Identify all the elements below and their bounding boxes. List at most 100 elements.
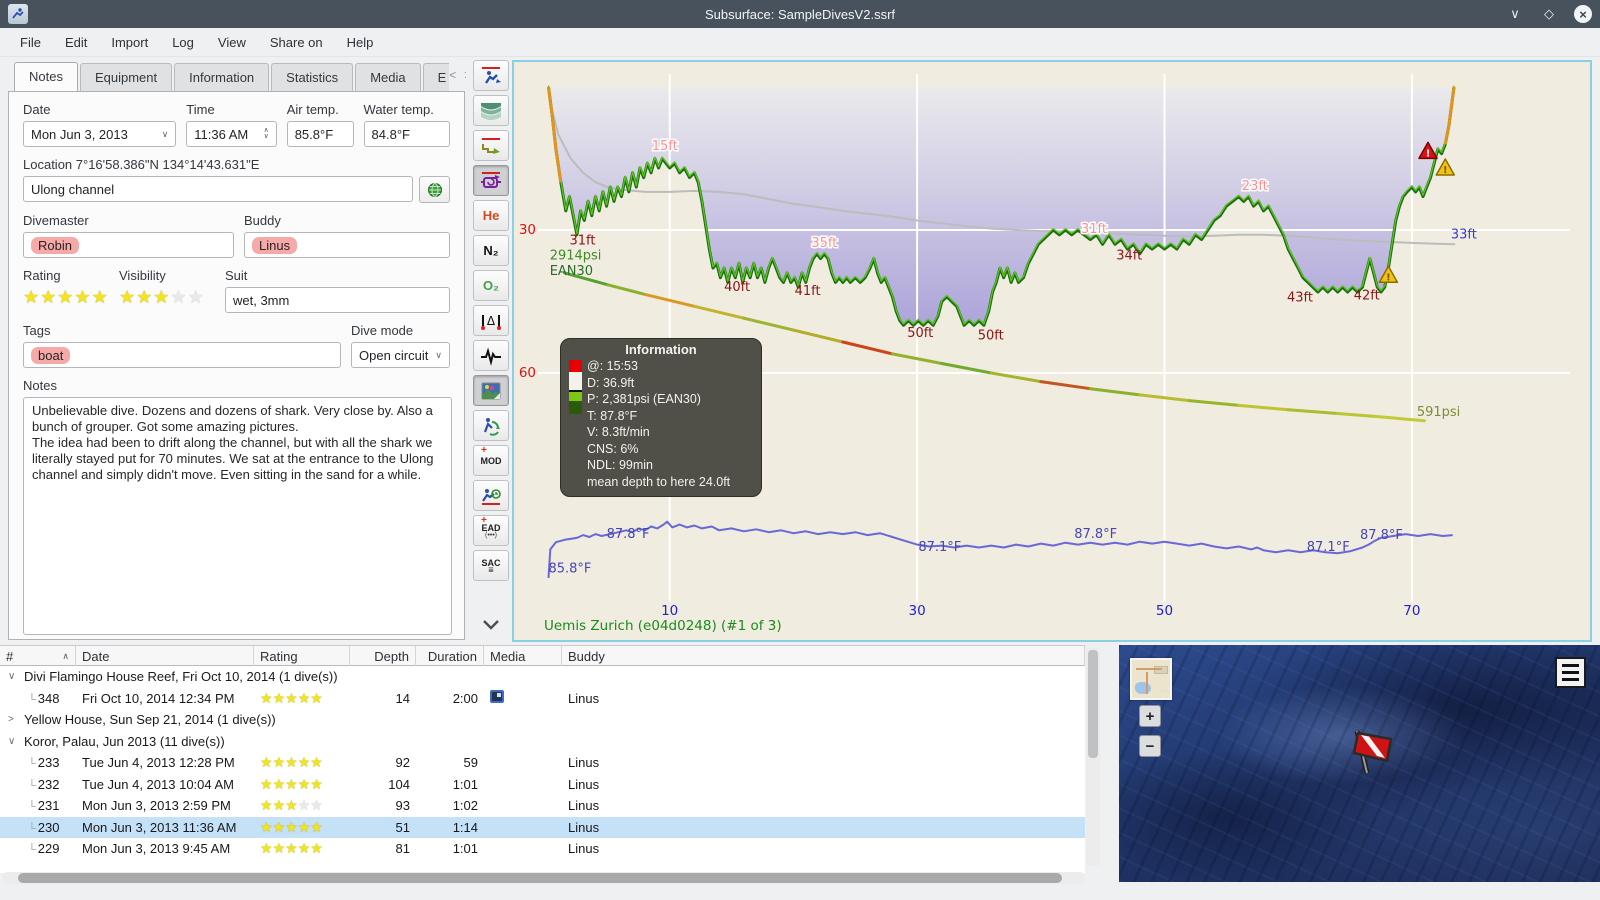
map-zoom-out-button[interactable]: − xyxy=(1139,735,1161,757)
watertemp-field[interactable]: 84.8°F xyxy=(363,121,450,147)
dive-row[interactable]: └ 348 Fri Oct 10, 2014 12:34 PM ★★★★★ 14 2:00… xyxy=(0,688,1085,710)
column-header-num[interactable]: # ∧ xyxy=(0,646,76,666)
airtemp-field[interactable]: 85.8°F xyxy=(286,121,354,147)
svg-text:50: 50 xyxy=(1156,603,1173,619)
star-icon: ★ xyxy=(272,797,286,814)
collapsed-icon[interactable]: > xyxy=(8,714,18,725)
tab-statistics[interactable]: Statistics xyxy=(271,63,354,92)
menu-item-help[interactable]: Help xyxy=(337,31,384,54)
tags-field[interactable]: boat xyxy=(23,342,341,368)
dive-flag-marker[interactable] xyxy=(1347,723,1399,780)
divemaster-chip[interactable]: Robin xyxy=(31,236,79,254)
rating-stars[interactable]: ★★★★★ xyxy=(23,287,109,308)
suit-field[interactable]: wet, 3mm xyxy=(225,287,450,313)
trip-row[interactable]: > Yellow House, Sun Sep 21, 2014 (1 dive(… xyxy=(0,709,1085,731)
divemode-combobox[interactable]: Open circuit ∨ xyxy=(351,342,450,368)
trip-row[interactable]: ∨ Koror, Palau, Jun 2013 (11 dive(s)) xyxy=(0,731,1085,753)
date-combobox[interactable]: Mon Jun 3, 2013 ∨ xyxy=(23,121,177,147)
dive-number: 231 xyxy=(37,798,60,814)
maximize-button-icon[interactable]: ◇ xyxy=(1540,5,1558,23)
globe-button[interactable] xyxy=(419,176,450,203)
dive-rating-cell: ★★★★★ xyxy=(254,819,350,836)
scr-toggle[interactable] xyxy=(473,410,509,441)
scrollbar-thumb[interactable] xyxy=(18,873,1062,883)
helium-toggle[interactable]: He xyxy=(473,200,509,231)
column-header-date[interactable]: Date xyxy=(76,646,254,666)
divemaster-field[interactable]: Robin xyxy=(23,232,234,258)
dive-row[interactable]: └ 229 Mon Jun 3, 2013 9:45 AM ★★★★★ 81 1:01 Li… xyxy=(0,838,1085,860)
mod-toggle[interactable]: MOD + xyxy=(473,445,509,476)
tab-scroll-left-icon[interactable]: < xyxy=(449,68,456,82)
minimize-button-icon[interactable]: ∨ xyxy=(1506,5,1524,23)
buddy-field[interactable]: Linus xyxy=(243,232,450,258)
menu-item-log[interactable]: Log xyxy=(162,31,204,54)
sac-toggle[interactable]: SAC ≣ xyxy=(473,550,509,581)
ead-toggle[interactable]: EAD (•••) + xyxy=(473,515,509,546)
expanded-icon[interactable]: ∨ xyxy=(8,736,18,747)
dive-list-horizontal-scrollbar[interactable] xyxy=(2,872,1085,884)
dive-buddy-cell: Linus xyxy=(568,841,600,857)
notes-textarea[interactable]: Unbelievable dive. Dozens and dozens of … xyxy=(23,397,452,635)
tag-chip[interactable]: boat xyxy=(31,346,71,364)
chevron-down-icon: ∨ xyxy=(161,128,169,139)
dive-date-cell: Tue Jun 4, 2013 12:28 PM xyxy=(82,755,235,771)
map-menu-button[interactable] xyxy=(1555,657,1586,688)
dive-row[interactable]: └ 230 Mon Jun 3, 2013 11:36 AM ★★★★★ 51 1:14 L… xyxy=(0,816,1085,838)
media-thumbnail-icon[interactable] xyxy=(490,690,504,704)
oxygen-toggle[interactable]: O₂ xyxy=(473,270,509,301)
column-header-buddy[interactable]: Buddy xyxy=(562,646,1085,666)
close-button-icon[interactable]: × xyxy=(1574,5,1592,23)
dive-row[interactable]: └ 232 Tue Jun 4, 2013 10:04 AM ★★★★★ 104 1:01… xyxy=(0,774,1085,796)
tab-media[interactable]: Media xyxy=(355,63,421,92)
column-header-rating[interactable]: Rating xyxy=(254,646,350,666)
dive-depth-cell: 51 xyxy=(395,819,410,835)
ruler-toggle[interactable]: Δ xyxy=(473,305,509,336)
calc-ceiling-toggle[interactable] xyxy=(473,95,509,126)
dive-row[interactable]: └ 233 Tue Jun 4, 2013 12:28 PM ★★★★★ 92 59 Lin… xyxy=(0,752,1085,774)
scrollbar-thumb[interactable] xyxy=(1088,650,1098,758)
tab-equipment[interactable]: Equipment xyxy=(79,63,173,92)
dive-buddy-cell: Linus xyxy=(568,755,600,771)
dc-ceiling-toggle[interactable] xyxy=(473,60,509,91)
tab-scroll-right-icon[interactable]: > xyxy=(464,68,466,82)
column-header-media[interactable]: Media xyxy=(484,646,562,666)
collapse-chevron-icon[interactable] xyxy=(480,614,502,638)
nitrogen-toggle[interactable]: N₂ xyxy=(473,235,509,266)
dive-number: 232 xyxy=(37,776,60,792)
dive-buddy-cell: Linus xyxy=(568,690,600,706)
svg-text:87.8°F: 87.8°F xyxy=(1360,528,1403,543)
svg-text:!: ! xyxy=(1386,272,1391,283)
minimap-overview[interactable] xyxy=(1130,658,1172,700)
svg-text:!: ! xyxy=(1443,165,1448,176)
column-header-depth[interactable]: Depth xyxy=(350,646,416,666)
trip-row[interactable]: ∨ Divi Flamingo House Reef, Fri Oct 10, 2… xyxy=(0,666,1085,688)
dive-row[interactable]: └ 231 Mon Jun 3, 2013 2:59 PM ★★★★★ 93 1:02 Li… xyxy=(0,795,1085,817)
buddy-chip[interactable]: Linus xyxy=(251,236,298,254)
time-spinbox[interactable]: 11:36 AM ∧ ∨ xyxy=(186,121,277,147)
star-icon: ★ xyxy=(74,287,92,307)
dive-number-cell: └ 230 xyxy=(0,820,76,835)
photos-toggle[interactable] xyxy=(473,375,509,406)
visibility-stars[interactable]: ★★★★★ xyxy=(119,287,215,308)
dive-profile-chart[interactable]: 85.8°F 87.8°F 87.1°F 87.8°F 87.1°F 87.8°F 15ft… xyxy=(512,60,1592,642)
tissues-toggle[interactable] xyxy=(473,165,509,196)
menu-item-file[interactable]: File xyxy=(10,31,51,54)
expanded-icon[interactable]: ∨ xyxy=(8,671,18,682)
column-header-duration[interactable]: Duration xyxy=(416,646,484,666)
menu-item-edit[interactable]: Edit xyxy=(55,31,97,54)
menu-item-share-on[interactable]: Share on xyxy=(260,31,333,54)
dive-list-vertical-scrollbar[interactable] xyxy=(1086,648,1100,866)
tab-information[interactable]: Information xyxy=(174,63,270,92)
spinner-arrows-icon[interactable]: ∧ ∨ xyxy=(264,127,269,140)
location-input[interactable]: Ulong channel xyxy=(23,176,414,202)
menu-item-import[interactable]: Import xyxy=(101,31,158,54)
star-icon: ★ xyxy=(297,775,311,792)
dive-site-map[interactable]: + − xyxy=(1119,645,1600,882)
heartrate-toggle[interactable] xyxy=(473,340,509,371)
map-zoom-in-button[interactable]: + xyxy=(1139,705,1161,727)
star-icon: ★ xyxy=(310,797,323,814)
ceiling-steps-toggle[interactable] xyxy=(473,130,509,161)
tab-notes[interactable]: Notes xyxy=(14,62,78,92)
menu-item-view[interactable]: View xyxy=(208,31,256,54)
dc-time-toggle[interactable] xyxy=(473,480,509,511)
